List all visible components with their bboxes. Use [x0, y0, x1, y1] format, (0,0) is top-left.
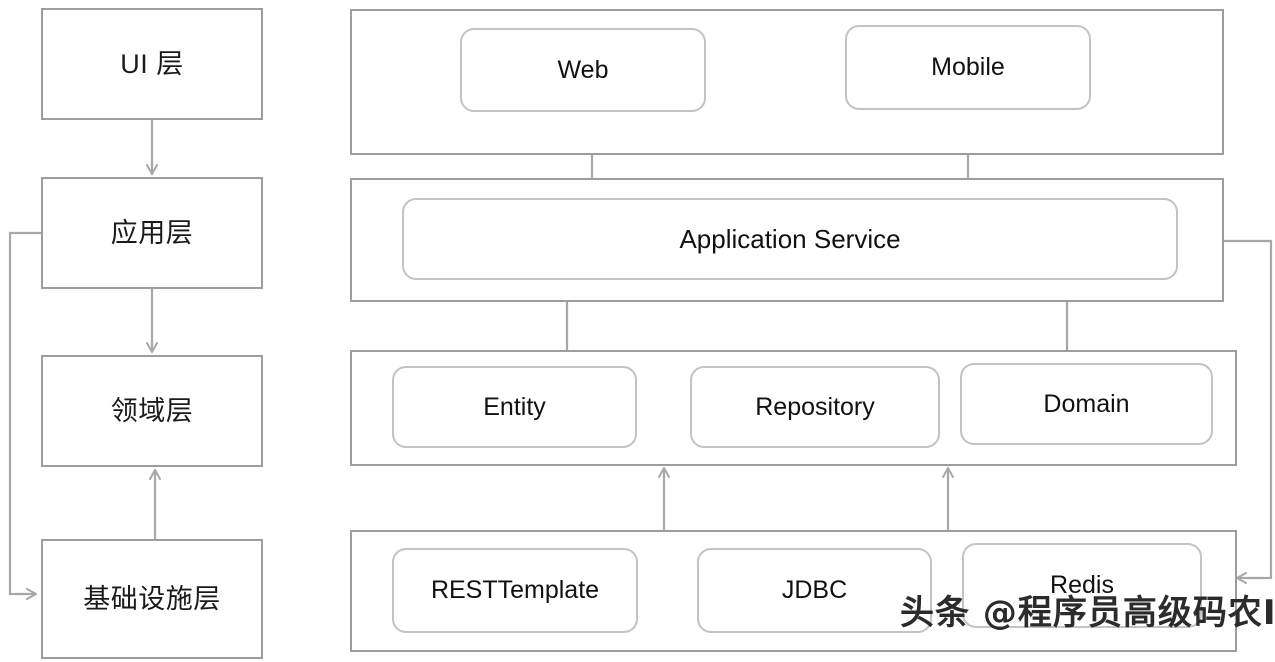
node-repository[interactable]: Repository — [690, 366, 940, 448]
node-label-repository: Repository — [755, 392, 875, 421]
node-label-entity: Entity — [483, 392, 546, 421]
node-label-web: Web — [557, 55, 609, 84]
layer-label-domain: 领域层 — [110, 395, 194, 426]
node-label-domain: Domain — [1043, 389, 1130, 418]
watermark-text: 头条 @程序员高级码农II — [900, 593, 1275, 633]
node-label-resttemplate: RESTTemplate — [430, 576, 600, 604]
layer-label-ui: UI 层 — [120, 48, 184, 79]
node-domain[interactable]: Domain — [960, 363, 1213, 445]
node-label-jdbc: JDBC — [781, 576, 848, 604]
node-resttemplate[interactable]: RESTTemplate — [392, 548, 638, 633]
node-label-application-service: Application Service — [679, 224, 901, 254]
layer-label-application: 应用层 — [110, 217, 194, 248]
diagram-canvas: UI 层 应用层 领域层 基础设施层 Web Mobile Applicatio… — [0, 0, 1275, 662]
layer-box-ui[interactable]: UI 层 — [41, 8, 263, 120]
connector-application-to-infrastructure — [8, 231, 41, 600]
node-jdbc[interactable]: JDBC — [697, 548, 932, 633]
node-application-service[interactable]: Application Service — [402, 198, 1178, 280]
layer-box-application[interactable]: 应用层 — [41, 177, 263, 289]
layer-box-infrastructure[interactable]: 基础设施层 — [41, 539, 263, 659]
node-web[interactable]: Web — [460, 28, 706, 112]
layer-label-infrastructure: 基础设施层 — [83, 583, 221, 614]
node-entity[interactable]: Entity — [392, 366, 637, 448]
node-label-mobile: Mobile — [931, 53, 1005, 81]
layer-box-domain[interactable]: 领域层 — [41, 355, 263, 467]
node-mobile[interactable]: Mobile — [845, 25, 1091, 110]
